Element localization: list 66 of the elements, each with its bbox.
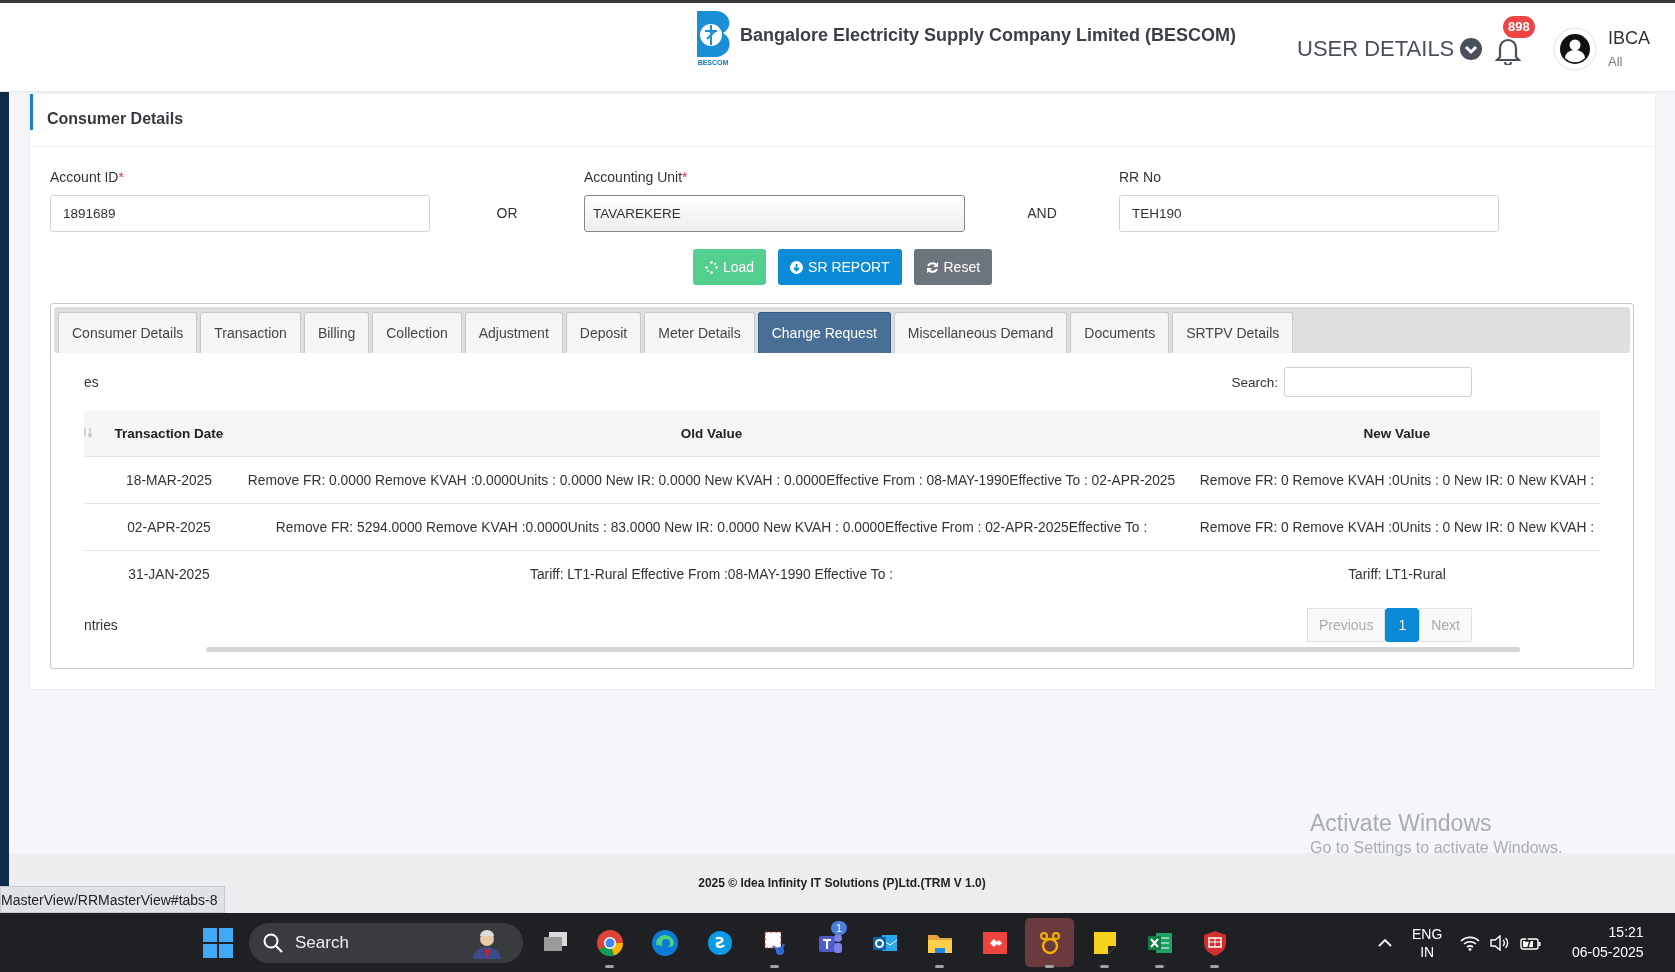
scrollbar[interactable]	[206, 647, 1520, 652]
tab[interactable]: Transaction	[200, 312, 301, 353]
field-label: Account ID*	[50, 169, 125, 185]
user-avatar-icon[interactable]	[1553, 27, 1597, 71]
speaker-icon[interactable]	[1490, 934, 1511, 951]
chevron-down-icon	[1460, 38, 1483, 60]
tab[interactable]: Billing	[303, 312, 370, 353]
connector-label: AND	[1026, 204, 1058, 223]
search-field[interactable]	[1284, 367, 1472, 397]
connector-label: OR	[495, 204, 519, 223]
table-cell: 18-MAR-2025	[109, 456, 229, 504]
tab[interactable]: Adjustment	[464, 312, 563, 353]
column-header[interactable]: Old Value	[229, 411, 1194, 457]
search-label: Search:	[1231, 374, 1278, 390]
footer-text: 2025 © Idea Infinity IT Solutions (P)Ltd.(TRM V 1.0)	[698, 876, 986, 890]
wifi-icon[interactable]	[1460, 934, 1481, 951]
table-cell: 02-APR-2025	[109, 503, 229, 551]
column-header[interactable]: New Value	[1194, 411, 1600, 457]
entries-info: ntries	[84, 617, 118, 633]
app-badge: 1	[831, 921, 848, 935]
report-button[interactable]: SR REPORT	[778, 249, 902, 285]
organization-title: Bangalore Electricity Supply Company Limited (BESCOM)	[740, 25, 1237, 46]
taskbar-search-field[interactable]: Search	[249, 923, 523, 963]
status-url: MasterView/RRMasterView#tabs-8	[1, 891, 218, 908]
table-cell: Remove FR: 5294.0000 Remove KVAH :0.0000Units : 83.0000 New IR: 0.0000 New KVAH : 0.0000Effective From : 02-APR-2025Effective To :	[229, 503, 1194, 551]
spinner-icon	[704, 260, 718, 274]
reset-button[interactable]: Reset	[913, 249, 993, 285]
activation-title: Activate Windows	[1310, 810, 1493, 837]
chevron-up-icon[interactable]	[1378, 937, 1392, 948]
notification-badge: 898	[1503, 16, 1535, 38]
refresh-icon	[925, 260, 939, 274]
tab[interactable]: Collection	[372, 312, 462, 353]
input-field[interactable]: 1891689	[50, 195, 430, 232]
activation-subtitle: Go to Settings to activate Windows.	[1310, 839, 1563, 857]
length-label: es	[84, 374, 99, 390]
table-cell: Remove FR: 0 Remove KVAH :0Units : 0 New IR: 0 New KVAH :	[1194, 503, 1600, 551]
card-title: Consumer Details	[47, 110, 184, 128]
taskbar-button[interactable]: 1	[805, 918, 854, 967]
field-label: Accounting Unit*	[584, 169, 689, 185]
search-icon	[263, 933, 283, 953]
tab[interactable]: Meter Details	[644, 312, 755, 353]
tab[interactable]: Consumer Details	[58, 312, 198, 353]
tab[interactable]: Miscellaneous Demand	[893, 312, 1068, 353]
field-label: RR No	[1119, 169, 1162, 185]
tab[interactable]: Documents	[1070, 312, 1170, 353]
table-cell: Tariff: LT1-Rural Effective From :08-MAY-1990 Effective To :	[229, 550, 1194, 597]
user-name: IBCA	[1608, 28, 1650, 49]
browser-icon	[594, 927, 625, 958]
table-cell: Tariff: LT1-Rural	[1194, 550, 1600, 597]
download-circle-icon	[790, 260, 804, 274]
table-cell: 31-JAN-2025	[109, 550, 229, 597]
start-icon[interactable]	[203, 928, 233, 958]
table-cell: Remove FR: 0 Remove KVAH :0Units : 0 New IR: 0 New KVAH :	[1194, 456, 1600, 504]
tab[interactable]: Deposit	[565, 312, 642, 353]
column-header[interactable]: Transaction Date	[109, 411, 229, 457]
wave-browser-icon	[649, 927, 680, 958]
user-role: All	[1608, 54, 1623, 69]
clock[interactable]: 15:21 06-05-2025	[1572, 922, 1644, 962]
page-button[interactable]: 1	[1385, 608, 1420, 642]
tab[interactable]: SRTPV Details	[1172, 312, 1294, 353]
user-details-menu[interactable]: USER DETAILS	[1297, 36, 1483, 62]
tab[interactable]: Change Request	[757, 312, 891, 353]
select-field[interactable]: TAVAREKERE	[584, 195, 965, 232]
input-field[interactable]: TEH190	[1119, 195, 1499, 232]
table-cell: Remove FR: 0.0000 Remove KVAH :0.0000Units : 0.0000 New IR: 0.0000 New KVAH : 0.0000Effective From : 08-MAY-1990Effective To : 02-APR-2025	[229, 456, 1194, 504]
language-indicator[interactable]: ENG IN	[1412, 924, 1443, 961]
